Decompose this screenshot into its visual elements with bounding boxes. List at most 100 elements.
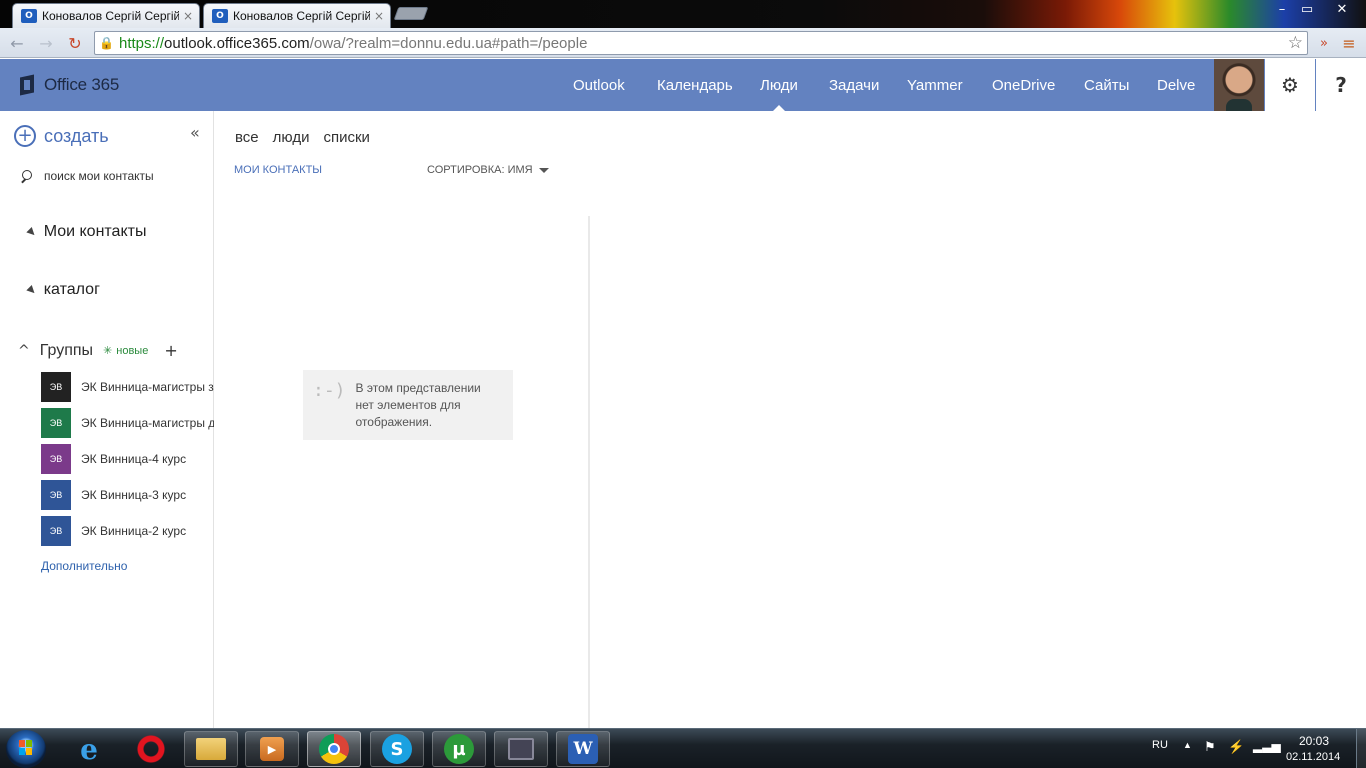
nav-yammer[interactable]: Yammer	[907, 59, 963, 111]
nav-onedrive[interactable]: OneDrive	[992, 59, 1055, 111]
file-explorer-icon[interactable]	[184, 731, 238, 767]
monitor-app-icon[interactable]	[494, 731, 548, 767]
start-button[interactable]	[6, 730, 46, 768]
outlook-favicon-icon: O	[21, 9, 37, 23]
show-hidden-icons-icon[interactable]: ▲	[1183, 740, 1192, 750]
browser-tab[interactable]: O Коновалов Сергій Сергій ×	[203, 3, 391, 28]
network-signal-icon[interactable]: ▂▃▅	[1253, 739, 1281, 753]
emoticon-icon: :-)	[313, 380, 346, 401]
tab-title: Коновалов Сергій Сергій	[233, 9, 370, 23]
clock-date[interactable]: 02.11.2014	[1286, 751, 1340, 763]
utorrent-icon[interactable]: µ	[432, 731, 486, 767]
group-name: ЭК Винница-магистры з	[81, 380, 214, 394]
group-item[interactable]: ЭВ ЭК Винница-2 курс	[41, 516, 214, 546]
view-filters: все люди списки	[235, 129, 384, 146]
address-bar[interactable]: 🔒 https://outlook.office365.com/owa/?rea…	[94, 31, 1308, 55]
filter-all[interactable]: все	[235, 129, 259, 146]
folder-directory[interactable]: ▼ каталог	[25, 281, 100, 299]
chrome-menu-icon[interactable]: ≡	[1338, 33, 1360, 53]
collapse-caret-icon[interactable]: ^	[18, 343, 30, 359]
opera-icon[interactable]	[124, 731, 178, 767]
maximize-icon[interactable]: ▭	[1293, 0, 1321, 18]
browser-tab[interactable]: O Коновалов Сергій Сергій ×	[12, 3, 200, 28]
settings-gear-icon[interactable]: ⚙	[1265, 59, 1315, 111]
filter-lists[interactable]: списки	[323, 129, 369, 146]
pane-divider[interactable]	[588, 216, 590, 728]
group-name: ЭК Винница-2 курс	[81, 524, 187, 538]
power-plug-icon[interactable]: ⚡	[1228, 739, 1244, 755]
word-icon[interactable]: W	[556, 731, 610, 767]
add-group-button[interactable]: +	[164, 341, 177, 360]
reload-icon[interactable]: ↻	[64, 33, 86, 53]
search-icon	[20, 170, 32, 182]
group-tile: ЭВ	[41, 516, 71, 546]
expand-triangle-icon[interactable]: ▼	[25, 225, 38, 238]
group-name: ЭК Винница-3 курс	[81, 488, 187, 502]
group-item[interactable]: ЭВ ЭК Винница-3 курс	[41, 480, 214, 510]
empty-text-line: нет элементов для	[355, 398, 461, 412]
avatar[interactable]	[1214, 59, 1264, 111]
chrome-icon[interactable]	[307, 731, 361, 767]
close-window-icon[interactable]: ✕	[1320, 0, 1364, 18]
outlook-favicon-icon: O	[212, 9, 228, 23]
group-item[interactable]: ЭВ ЭК Винница-магистры з	[41, 372, 214, 402]
tab-title: Коновалов Сергій Сергій	[42, 9, 179, 23]
bookmark-star-icon[interactable]: ☆	[1288, 33, 1303, 53]
empty-text-line: отображения.	[355, 415, 433, 429]
language-indicator[interactable]: RU	[1152, 739, 1168, 751]
tab-close-icon[interactable]: ×	[374, 9, 384, 23]
empty-state-message: :-) В этом представлении нет элементов д…	[303, 370, 513, 440]
folder-my-contacts[interactable]: ▼ Мои контакты	[25, 223, 146, 241]
internet-explorer-icon[interactable]: e	[62, 731, 116, 767]
show-desktop-button[interactable]	[1356, 729, 1366, 768]
left-navigation: + создать « поиск мои контакты ▼ Мои кон…	[0, 111, 214, 728]
extensions-overflow-icon[interactable]: »	[1313, 33, 1335, 53]
sort-dropdown[interactable]: СОРТИРОВКА: ИМЯ	[427, 164, 549, 176]
forward-icon[interactable]: →	[35, 33, 57, 53]
action-center-flag-icon[interactable]: ⚑	[1204, 739, 1216, 755]
office365-logo[interactable]: Office 365	[20, 74, 119, 96]
group-name: ЭК Винница-магистры д	[81, 416, 214, 430]
group-tile: ЭВ	[41, 444, 71, 474]
lock-icon: 🔒	[99, 36, 114, 50]
new-tab-button[interactable]	[393, 7, 429, 20]
group-item[interactable]: ЭВ ЭК Винница-4 курс	[41, 444, 214, 474]
group-item[interactable]: ЭВ ЭК Винница-магистры д	[41, 408, 214, 438]
tab-close-icon[interactable]: ×	[183, 9, 193, 23]
current-view-label: МОИ КОНТАКТЫ	[234, 164, 323, 176]
nav-people[interactable]: Люди	[760, 59, 798, 111]
url-text: https://outlook.office365.com/owa/?realm…	[119, 34, 588, 52]
windows-taskbar: e ▶ S µ W RU ▲ ⚑ ⚡ ▂▃▅ 20:03 02.11.2014	[0, 728, 1366, 768]
contacts-list-pane: все люди списки МОИ КОНТАКТЫ СОРТИРОВКА:…	[215, 111, 589, 728]
new-groups-badge[interactable]: ✳ новые	[103, 344, 148, 357]
group-name: ЭК Винница-4 курс	[81, 452, 187, 466]
nav-delve[interactable]: Delve	[1157, 59, 1195, 111]
sparkle-icon: ✳	[103, 345, 113, 357]
groups-header: ^ Группы ✳ новые +	[18, 341, 178, 360]
nav-tasks[interactable]: Задачи	[829, 59, 879, 111]
collapse-pane-icon[interactable]: «	[190, 123, 200, 142]
media-player-icon[interactable]: ▶	[245, 731, 299, 767]
browser-title-bar: O Коновалов Сергій Сергій × O Коновалов …	[0, 0, 1366, 28]
help-icon[interactable]: ?	[1316, 59, 1366, 111]
clock-time[interactable]: 20:03	[1299, 734, 1329, 748]
more-groups-link[interactable]: Дополнительно	[41, 559, 127, 573]
skype-icon[interactable]: S	[370, 731, 424, 767]
empty-text-line: В этом представлении	[355, 381, 481, 395]
minimize-icon[interactable]: –	[1268, 0, 1296, 18]
filter-people[interactable]: люди	[273, 129, 310, 146]
nav-sites[interactable]: Сайты	[1084, 59, 1129, 111]
plus-circle-icon: +	[14, 125, 36, 147]
search-input[interactable]: поиск мои контакты	[44, 169, 154, 183]
nav-calendar[interactable]: Календарь	[657, 59, 733, 111]
windows-logo-icon	[19, 740, 33, 756]
office-logo-icon	[20, 74, 38, 96]
expand-triangle-icon[interactable]: ▼	[25, 283, 38, 296]
group-tile: ЭВ	[41, 372, 71, 402]
nav-outlook[interactable]: Outlook	[573, 59, 625, 111]
dropdown-caret-icon	[538, 167, 549, 173]
search-contacts[interactable]: поиск мои контакты	[20, 169, 154, 183]
back-icon[interactable]: ←	[6, 33, 28, 53]
create-button[interactable]: + создать	[14, 125, 109, 147]
groups-title[interactable]: Группы	[40, 342, 93, 360]
